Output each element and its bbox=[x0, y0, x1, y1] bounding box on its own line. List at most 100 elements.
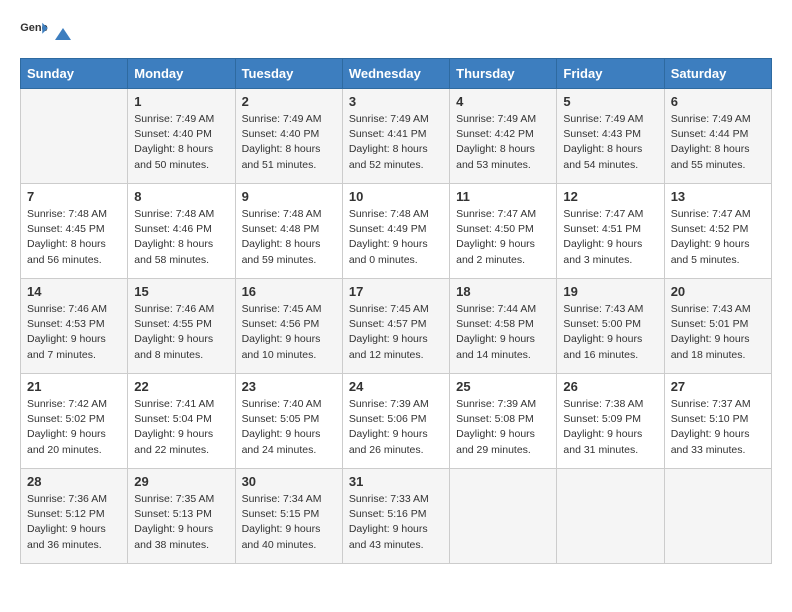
day-of-week-header: Thursday bbox=[450, 59, 557, 89]
day-content: Sunrise: 7:39 AM Sunset: 5:06 PM Dayligh… bbox=[349, 397, 443, 458]
day-number: 23 bbox=[242, 379, 336, 394]
day-content: Sunrise: 7:49 AM Sunset: 4:44 PM Dayligh… bbox=[671, 112, 765, 173]
day-number: 7 bbox=[27, 189, 121, 204]
calendar-cell bbox=[664, 469, 771, 564]
day-content: Sunrise: 7:41 AM Sunset: 5:04 PM Dayligh… bbox=[134, 397, 228, 458]
page-header: General bbox=[20, 20, 772, 42]
day-of-week-header: Friday bbox=[557, 59, 664, 89]
day-content: Sunrise: 7:49 AM Sunset: 4:42 PM Dayligh… bbox=[456, 112, 550, 173]
day-content: Sunrise: 7:44 AM Sunset: 4:58 PM Dayligh… bbox=[456, 302, 550, 363]
calendar-cell: 14 Sunrise: 7:46 AM Sunset: 4:53 PM Dayli… bbox=[21, 279, 128, 374]
day-content: Sunrise: 7:40 AM Sunset: 5:05 PM Dayligh… bbox=[242, 397, 336, 458]
calendar-week-row: 28 Sunrise: 7:36 AM Sunset: 5:12 PM Dayli… bbox=[21, 469, 772, 564]
calendar-cell: 1 Sunrise: 7:49 AM Sunset: 4:40 PM Daylig… bbox=[128, 89, 235, 184]
day-content: Sunrise: 7:45 AM Sunset: 4:56 PM Dayligh… bbox=[242, 302, 336, 363]
calendar-cell: 23 Sunrise: 7:40 AM Sunset: 5:05 PM Dayli… bbox=[235, 374, 342, 469]
day-content: Sunrise: 7:43 AM Sunset: 5:01 PM Dayligh… bbox=[671, 302, 765, 363]
calendar-cell: 12 Sunrise: 7:47 AM Sunset: 4:51 PM Dayli… bbox=[557, 184, 664, 279]
day-number: 15 bbox=[134, 284, 228, 299]
calendar-week-row: 14 Sunrise: 7:46 AM Sunset: 4:53 PM Dayli… bbox=[21, 279, 772, 374]
day-content: Sunrise: 7:33 AM Sunset: 5:16 PM Dayligh… bbox=[349, 492, 443, 553]
calendar-cell: 11Sunrise: 7:47 AM Sunset: 4:50 PM Dayli… bbox=[450, 184, 557, 279]
calendar-table: SundayMondayTuesdayWednesdayThursdayFrid… bbox=[20, 58, 772, 564]
calendar-header: SundayMondayTuesdayWednesdayThursdayFrid… bbox=[21, 59, 772, 89]
day-content: Sunrise: 7:49 AM Sunset: 4:41 PM Dayligh… bbox=[349, 112, 443, 173]
calendar-cell: 8Sunrise: 7:48 AM Sunset: 4:46 PM Daylig… bbox=[128, 184, 235, 279]
calendar-cell: 25 Sunrise: 7:39 AM Sunset: 5:08 PM Dayli… bbox=[450, 374, 557, 469]
calendar-cell: 5Sunrise: 7:49 AM Sunset: 4:43 PM Daylig… bbox=[557, 89, 664, 184]
day-number: 17 bbox=[349, 284, 443, 299]
day-number: 21 bbox=[27, 379, 121, 394]
calendar-cell: 21Sunrise: 7:42 AM Sunset: 5:02 PM Dayli… bbox=[21, 374, 128, 469]
calendar-cell: 9 Sunrise: 7:48 AM Sunset: 4:48 PM Daylig… bbox=[235, 184, 342, 279]
day-content: Sunrise: 7:47 AM Sunset: 4:51 PM Dayligh… bbox=[563, 207, 657, 268]
calendar-cell bbox=[557, 469, 664, 564]
calendar-cell: 16 Sunrise: 7:45 AM Sunset: 4:56 PM Dayli… bbox=[235, 279, 342, 374]
calendar-cell: 15 Sunrise: 7:46 AM Sunset: 4:55 PM Dayli… bbox=[128, 279, 235, 374]
day-content: Sunrise: 7:46 AM Sunset: 4:55 PM Dayligh… bbox=[134, 302, 228, 363]
calendar-cell: 31 Sunrise: 7:33 AM Sunset: 5:16 PM Dayli… bbox=[342, 469, 449, 564]
day-content: Sunrise: 7:49 AM Sunset: 4:40 PM Dayligh… bbox=[242, 112, 336, 173]
day-number: 12 bbox=[563, 189, 657, 204]
day-number: 14 bbox=[27, 284, 121, 299]
day-number: 6 bbox=[671, 94, 765, 109]
day-content: Sunrise: 7:48 AM Sunset: 4:49 PM Dayligh… bbox=[349, 207, 443, 268]
day-number: 26 bbox=[563, 379, 657, 394]
day-content: Sunrise: 7:39 AM Sunset: 5:08 PM Dayligh… bbox=[456, 397, 550, 458]
day-content: Sunrise: 7:38 AM Sunset: 5:09 PM Dayligh… bbox=[563, 397, 657, 458]
day-content: Sunrise: 7:46 AM Sunset: 4:53 PM Dayligh… bbox=[27, 302, 121, 363]
day-content: Sunrise: 7:49 AM Sunset: 4:40 PM Dayligh… bbox=[134, 112, 228, 173]
calendar-cell: 19 Sunrise: 7:43 AM Sunset: 5:00 PM Dayli… bbox=[557, 279, 664, 374]
calendar-week-row: 21Sunrise: 7:42 AM Sunset: 5:02 PM Dayli… bbox=[21, 374, 772, 469]
day-content: Sunrise: 7:34 AM Sunset: 5:15 PM Dayligh… bbox=[242, 492, 336, 553]
day-number: 27 bbox=[671, 379, 765, 394]
logo: General bbox=[20, 20, 74, 42]
calendar-week-row: 7 Sunrise: 7:48 AM Sunset: 4:45 PM Daylig… bbox=[21, 184, 772, 279]
calendar-cell: 6 Sunrise: 7:49 AM Sunset: 4:44 PM Daylig… bbox=[664, 89, 771, 184]
calendar-cell: 20 Sunrise: 7:43 AM Sunset: 5:01 PM Dayli… bbox=[664, 279, 771, 374]
day-number: 29 bbox=[134, 474, 228, 489]
calendar-cell: 7 Sunrise: 7:48 AM Sunset: 4:45 PM Daylig… bbox=[21, 184, 128, 279]
calendar-cell: 28 Sunrise: 7:36 AM Sunset: 5:12 PM Dayli… bbox=[21, 469, 128, 564]
day-content: Sunrise: 7:48 AM Sunset: 4:45 PM Dayligh… bbox=[27, 207, 121, 268]
calendar-cell: 29 Sunrise: 7:35 AM Sunset: 5:13 PM Dayli… bbox=[128, 469, 235, 564]
day-number: 16 bbox=[242, 284, 336, 299]
day-content: Sunrise: 7:37 AM Sunset: 5:10 PM Dayligh… bbox=[671, 397, 765, 458]
day-of-week-header: Tuesday bbox=[235, 59, 342, 89]
day-of-week-header: Saturday bbox=[664, 59, 771, 89]
day-number: 19 bbox=[563, 284, 657, 299]
day-number: 30 bbox=[242, 474, 336, 489]
calendar-cell: 13Sunrise: 7:47 AM Sunset: 4:52 PM Dayli… bbox=[664, 184, 771, 279]
day-number: 24 bbox=[349, 379, 443, 394]
day-content: Sunrise: 7:35 AM Sunset: 5:13 PM Dayligh… bbox=[134, 492, 228, 553]
day-of-week-header: Wednesday bbox=[342, 59, 449, 89]
calendar-cell: 22 Sunrise: 7:41 AM Sunset: 5:04 PM Dayli… bbox=[128, 374, 235, 469]
day-number: 31 bbox=[349, 474, 443, 489]
day-number: 20 bbox=[671, 284, 765, 299]
calendar-cell: 26 Sunrise: 7:38 AM Sunset: 5:09 PM Dayli… bbox=[557, 374, 664, 469]
calendar-cell bbox=[450, 469, 557, 564]
day-content: Sunrise: 7:47 AM Sunset: 4:50 PM Dayligh… bbox=[456, 207, 550, 268]
day-content: Sunrise: 7:36 AM Sunset: 5:12 PM Dayligh… bbox=[27, 492, 121, 553]
day-number: 22 bbox=[134, 379, 228, 394]
day-number: 1 bbox=[134, 94, 228, 109]
day-content: Sunrise: 7:43 AM Sunset: 5:00 PM Dayligh… bbox=[563, 302, 657, 363]
day-of-week-header: Sunday bbox=[21, 59, 128, 89]
day-number: 18 bbox=[456, 284, 550, 299]
calendar-cell bbox=[21, 89, 128, 184]
day-number: 25 bbox=[456, 379, 550, 394]
day-number: 9 bbox=[242, 189, 336, 204]
day-number: 13 bbox=[671, 189, 765, 204]
day-number: 28 bbox=[27, 474, 121, 489]
logo-triangle-icon bbox=[53, 26, 73, 42]
day-content: Sunrise: 7:45 AM Sunset: 4:57 PM Dayligh… bbox=[349, 302, 443, 363]
calendar-cell: 10 Sunrise: 7:48 AM Sunset: 4:49 PM Dayli… bbox=[342, 184, 449, 279]
logo-icon: General bbox=[20, 20, 48, 42]
day-content: Sunrise: 7:48 AM Sunset: 4:48 PM Dayligh… bbox=[242, 207, 336, 268]
calendar-cell: 27 Sunrise: 7:37 AM Sunset: 5:10 PM Dayli… bbox=[664, 374, 771, 469]
day-number: 10 bbox=[349, 189, 443, 204]
calendar-week-row: 1 Sunrise: 7:49 AM Sunset: 4:40 PM Daylig… bbox=[21, 89, 772, 184]
calendar-cell: 17 Sunrise: 7:45 AM Sunset: 4:57 PM Dayli… bbox=[342, 279, 449, 374]
calendar-cell: 18 Sunrise: 7:44 AM Sunset: 4:58 PM Dayli… bbox=[450, 279, 557, 374]
day-number: 3 bbox=[349, 94, 443, 109]
